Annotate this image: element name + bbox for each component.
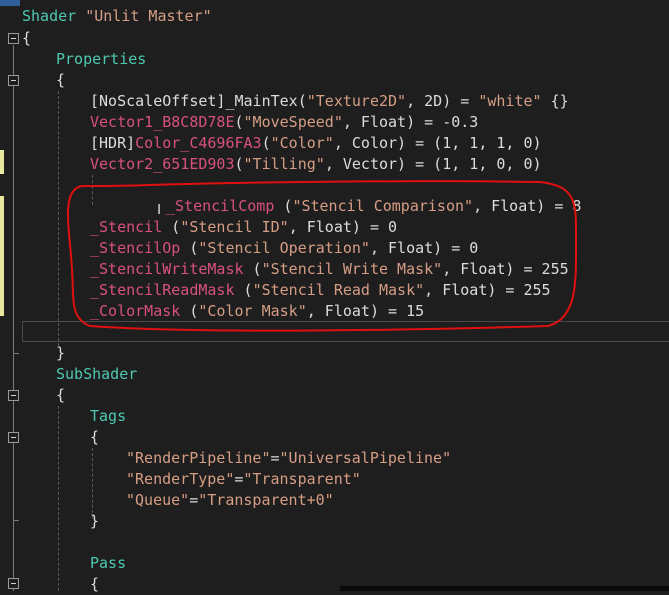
red-annotation-outline: [67, 180, 578, 332]
taskbar-edge: [340, 586, 669, 591]
